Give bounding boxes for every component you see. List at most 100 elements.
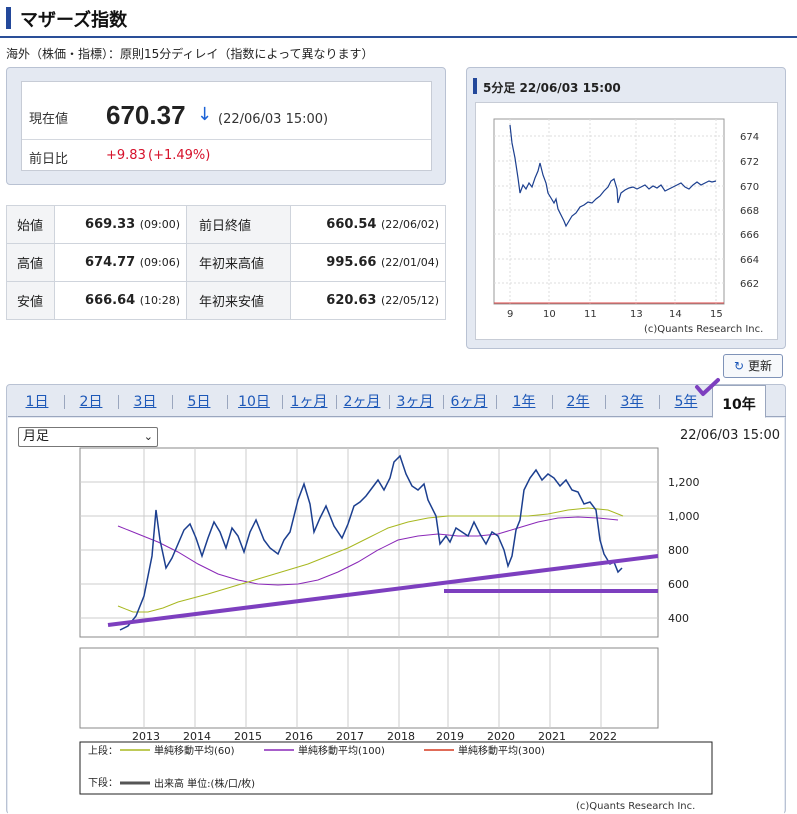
tab-5d[interactable]: 5日: [184, 391, 214, 411]
price-ytick: 800: [668, 544, 689, 557]
intraday-xtick: 14: [669, 309, 682, 320]
tab-1y[interactable]: 1年: [508, 391, 540, 411]
tab-1m[interactable]: 1ヶ月: [287, 391, 331, 411]
ytd-low-label: 年初来安値: [186, 281, 292, 320]
intraday-chart: 674 672 670 668 666 664 662 9 10 11 13 1…: [493, 118, 763, 335]
intraday-ytick: 672: [740, 157, 759, 168]
long-term-chart: 1,200 1,000 800 600 400 2013 2014 2015 2…: [79, 447, 713, 812]
intraday-chart-box: 674 672 670 668 666 664 662 9 10 11 13 1…: [475, 102, 778, 340]
table-row: 始値 669.33 (09:00) 前日終値 660.54 (22/06/02): [6, 205, 446, 244]
tab-separator: [336, 395, 337, 409]
prev-label: 前日比: [29, 152, 69, 167]
price-ytick: 600: [668, 578, 689, 591]
tab-10d[interactable]: 10日: [235, 391, 273, 411]
year-tick: 2017: [336, 730, 364, 743]
legend-ma300: 単純移動平均(300): [458, 744, 545, 757]
tab-2y[interactable]: 2年: [562, 391, 594, 411]
current-value: 670.37: [106, 100, 186, 130]
tab-separator: [118, 395, 119, 409]
intraday-credit: (c)Quants Research Inc.: [644, 324, 763, 335]
year-tick: 2015: [234, 730, 262, 743]
volume-panel-frame: [79, 647, 659, 729]
tab-separator: [172, 395, 173, 409]
legend-lower-label: 下段：: [88, 776, 118, 789]
prev-close-value: 660.54: [326, 217, 377, 232]
intraday-ytick: 670: [740, 182, 759, 193]
refresh-icon: ↻: [734, 359, 745, 373]
tab-3m[interactable]: 3ヶ月: [393, 391, 437, 411]
ytd-low-time: (22/05/12): [381, 294, 439, 307]
intraday-title: 5分足 22/06/03 15:00: [483, 81, 621, 95]
open-cell: 669.33 (09:00): [53, 205, 188, 244]
intraday-xtick: 10: [543, 309, 556, 320]
open-time: (09:00): [139, 218, 181, 231]
period-tabs: 1日 2日 3日 5日 10日 1ヶ月 2ヶ月 3ヶ月 6ヶ月 1年 2年 3年…: [8, 385, 786, 418]
prev-close-label: 前日終値: [186, 205, 292, 244]
year-tick: 2021: [538, 730, 566, 743]
current-time: (22/06/03 15:00): [218, 112, 329, 127]
stats-table: 始値 669.33 (09:00) 前日終値 660.54 (22/06/02)…: [6, 205, 446, 320]
low-value: 666.64: [85, 293, 136, 308]
intraday-ytick: 668: [740, 206, 759, 217]
high-cell: 674.77 (09:06): [53, 243, 188, 282]
prev-close-time: (22/06/02): [381, 218, 439, 231]
intraday-xtick: 13: [630, 309, 643, 320]
intraday-plot-frame: [493, 118, 725, 305]
price-ytick: 1,200: [668, 476, 700, 489]
low-cell: 666.64 (10:28): [53, 281, 188, 320]
table-row: 高値 674.77 (09:06) 年初来高値 995.66 (22/01/04…: [6, 243, 446, 282]
intraday-xtick: 11: [584, 309, 597, 320]
legend-volume: 出来高 単位:(株/口/枚): [154, 777, 255, 790]
ytd-high-cell: 995.66 (22/01/04): [290, 243, 446, 282]
price-ytick: 1,000: [668, 510, 700, 523]
high-label: 高値: [6, 243, 55, 282]
refresh-label: 更新: [747, 359, 772, 373]
tab-separator: [227, 395, 228, 409]
tab-1d[interactable]: 1日: [22, 391, 52, 411]
ma60-line: [117, 507, 624, 613]
intraday-ytick: 662: [740, 279, 759, 290]
intraday-xtick: 9: [507, 309, 513, 320]
refresh-button[interactable]: ↻ 更新: [723, 354, 783, 378]
low-label: 安値: [6, 281, 55, 320]
tab-3d[interactable]: 3日: [130, 391, 160, 411]
year-tick: 2014: [183, 730, 211, 743]
tab-3y[interactable]: 3年: [616, 391, 648, 411]
ytd-high-value: 995.66: [326, 255, 377, 270]
legend-ma100: 単純移動平均(100): [298, 744, 385, 757]
tab-separator: [552, 395, 553, 409]
legend-upper-label: 上段：: [88, 744, 118, 757]
current-label: 現在値: [29, 112, 69, 127]
ytd-high-time: (22/01/04): [381, 256, 439, 269]
intraday-price-line: [509, 124, 717, 228]
check-mark-icon: [695, 378, 720, 396]
tab-2m[interactable]: 2ヶ月: [340, 391, 384, 411]
page-title: マザーズ指数: [20, 10, 128, 31]
intraday-xtick: 15: [710, 309, 723, 320]
intraday-chart-panel: 5分足 22/06/03 15:00 674 672 670 668 666 6…: [466, 67, 786, 349]
table-row: 安値 666.64 (10:28) 年初来安値 620.63 (22/05/12…: [6, 281, 446, 320]
year-tick: 2019: [436, 730, 464, 743]
divider: [22, 139, 431, 140]
year-tick: 2022: [589, 730, 617, 743]
intraday-grid: [494, 119, 724, 304]
tab-separator: [496, 395, 497, 409]
year-tick: 2013: [132, 730, 160, 743]
intraday-ytick: 664: [740, 255, 759, 266]
tab-separator: [389, 395, 390, 409]
tab-separator: [605, 395, 606, 409]
tab-6m[interactable]: 6ヶ月: [447, 391, 491, 411]
open-label: 始値: [6, 205, 55, 244]
price-panel-frame: [79, 447, 659, 638]
chart-credit: (c)Quants Research Inc.: [576, 801, 695, 812]
current-value-box: 現在値 670.37 ↓ (22/06/03 15:00) 前日比 +9.83 …: [21, 81, 432, 171]
open-value: 669.33: [85, 217, 136, 232]
tab-2d[interactable]: 2日: [76, 391, 106, 411]
price-ytick: 400: [668, 612, 689, 625]
tab-separator: [659, 395, 660, 409]
year-tick: 2016: [285, 730, 313, 743]
change-value: +9.83: [106, 148, 146, 163]
year-tick: 2020: [487, 730, 515, 743]
tab-separator: [64, 395, 65, 409]
title-marker: [6, 7, 11, 29]
